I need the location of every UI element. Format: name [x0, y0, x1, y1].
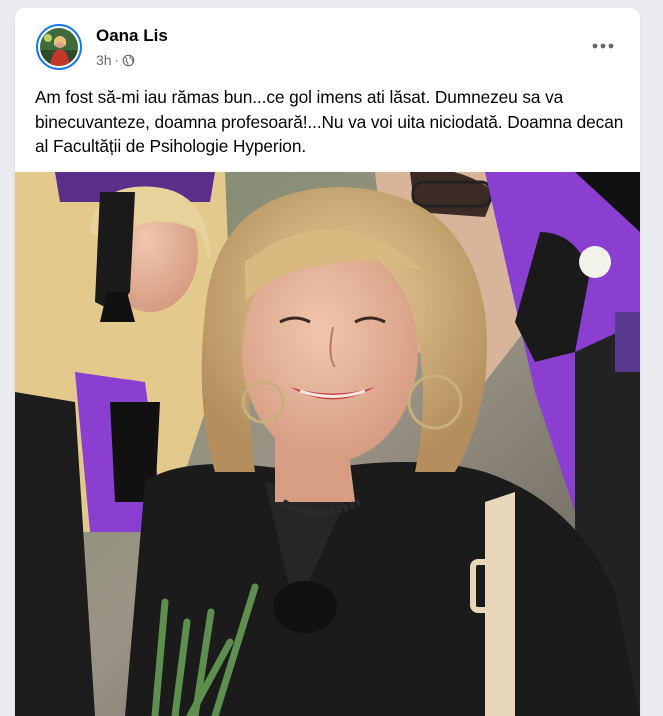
more-options-button[interactable] — [586, 32, 620, 60]
post-meta: 3h · — [96, 52, 135, 68]
more-options-icon — [592, 43, 614, 49]
post-text: Am fost să-mi iau rămas bun...ce gol ime… — [35, 87, 624, 156]
globe-icon[interactable] — [122, 54, 135, 67]
post-card: Oana Lis 3h · Am fost să-mi iau rămas bu… — [15, 8, 640, 716]
graduation-photo — [15, 172, 640, 716]
author-avatar[interactable] — [36, 24, 82, 70]
post-time[interactable]: 3h — [96, 52, 112, 68]
author-name[interactable]: Oana Lis — [96, 26, 168, 46]
post-photo[interactable] — [15, 172, 640, 716]
separator-dot: · — [114, 53, 119, 67]
avatar-image — [40, 28, 78, 66]
